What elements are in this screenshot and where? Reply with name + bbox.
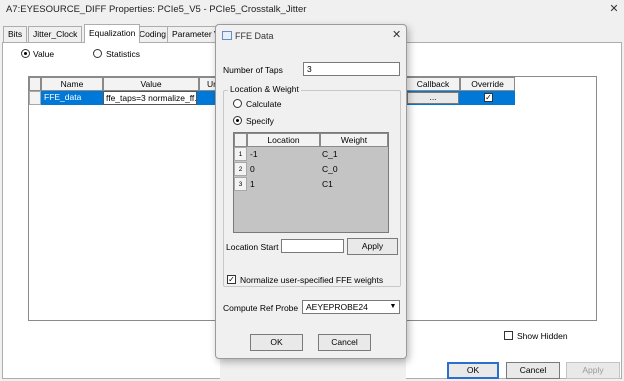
row-value-cell[interactable]: ffe_taps=3 normalize_ff...	[103, 91, 197, 105]
close-icon[interactable]: ✕	[607, 2, 621, 16]
location-start-label: Location Start	[226, 242, 279, 252]
dialog-close-icon[interactable]: ✕	[392, 28, 401, 41]
ffe-data-dialog: FFE Data ✕ Number of Taps 3 Location & W…	[215, 24, 407, 359]
dialog-title: FFE Data	[235, 31, 274, 41]
location-column-header[interactable]: Location	[247, 133, 320, 147]
weight-column-header[interactable]: Weight	[320, 133, 388, 147]
weight-cell[interactable]: C1	[322, 179, 333, 189]
value-radio-label: Value	[33, 49, 55, 59]
location-table-corner	[234, 133, 247, 147]
normalize-label: Normalize user-specified FFE weights	[240, 275, 384, 285]
location-start-input[interactable]	[281, 239, 344, 253]
compute-ref-probe-label: Compute Ref Probe	[223, 303, 299, 313]
dialog-app-icon	[222, 31, 232, 40]
location-apply-button[interactable]: Apply	[347, 238, 398, 255]
calculate-radio[interactable]	[233, 99, 242, 108]
compute-ref-probe-select[interactable]: AEYEPROBE24	[302, 300, 400, 314]
location-row-number[interactable]: 3	[234, 177, 247, 191]
show-hidden-label: Show Hidden	[517, 331, 568, 341]
number-of-taps-label: Number of Taps	[223, 65, 283, 75]
dialog-ok-button[interactable]: OK	[250, 334, 303, 351]
normalize-checkbox[interactable]: ✓	[227, 275, 236, 284]
column-header-value[interactable]: Value	[103, 77, 199, 91]
location-row-number[interactable]: 1	[234, 147, 247, 161]
row-name-cell[interactable]: FFE_data	[41, 91, 103, 105]
location-row-number[interactable]: 2	[234, 162, 247, 176]
tab-bits[interactable]: Bits	[3, 26, 28, 42]
specify-radio[interactable]	[233, 116, 242, 125]
location-cell[interactable]: 1	[250, 179, 255, 189]
column-header-callback[interactable]: Callback	[406, 77, 460, 91]
value-radio[interactable]	[21, 49, 30, 58]
override-checkbox[interactable]: ✓	[484, 93, 493, 102]
tab-equalization[interactable]: Equalization	[84, 24, 141, 43]
weight-cell[interactable]: C_0	[322, 164, 338, 174]
calculate-radio-label: Calculate	[246, 99, 282, 109]
apply-button[interactable]: Apply	[566, 362, 620, 379]
statistics-radio-label: Statistics	[106, 49, 141, 59]
number-of-taps-input[interactable]: 3	[303, 62, 400, 76]
location-cell[interactable]: -1	[250, 149, 258, 159]
column-header-override[interactable]: Override	[460, 77, 515, 91]
dialog-cancel-button[interactable]: Cancel	[318, 334, 371, 351]
location-weight-group-label: Location & Weight	[228, 84, 301, 94]
location-weight-table	[233, 132, 389, 233]
table-corner	[29, 77, 41, 91]
parameter-table-right	[406, 76, 597, 321]
show-hidden-checkbox[interactable]	[504, 331, 513, 340]
parameter-table	[28, 76, 217, 321]
chevron-down-icon[interactable]: ▼	[387, 301, 399, 313]
column-header-name[interactable]: Name	[41, 77, 103, 91]
tab-jitter-clock[interactable]: Jitter_Clock	[28, 26, 83, 42]
window-title: A7:EYESOURCE_DIFF Properties: PCIe5_V5 -…	[6, 4, 307, 15]
weight-cell[interactable]: C_1	[322, 149, 338, 159]
cancel-button[interactable]: Cancel	[506, 362, 560, 379]
callback-button[interactable]: ...	[407, 92, 459, 104]
row-unit-cell[interactable]	[197, 91, 217, 105]
row-header[interactable]	[29, 91, 41, 105]
specify-radio-label: Specify	[246, 116, 274, 126]
ok-button[interactable]: OK	[447, 362, 499, 379]
location-cell[interactable]: 0	[250, 164, 255, 174]
statistics-radio[interactable]	[93, 49, 102, 58]
